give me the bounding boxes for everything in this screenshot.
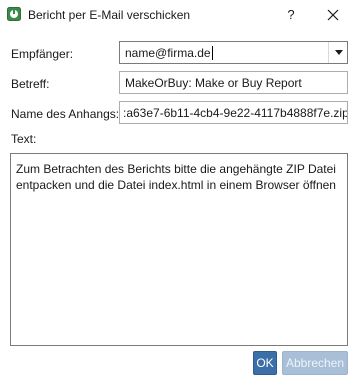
subject-label: Betreff: (11, 77, 50, 91)
recipient-label: Empfänger: (11, 47, 74, 61)
subject-field[interactable]: MakeOrBuy: Make or Buy Report (119, 71, 348, 94)
window-title: Bericht per E-Mail verschicken (28, 8, 191, 22)
recipient-combobox[interactable]: name@firma.de (119, 41, 348, 64)
attachment-name-label: Name des Anhangs: (11, 107, 120, 121)
attachment-name-value: :a63e7-6b11-4cb4-9e22-4117b4888f7e.zip (123, 106, 348, 120)
attachment-name-field[interactable]: :a63e7-6b11-4cb4-9e22-4117b4888f7e.zip (119, 101, 348, 124)
ok-button[interactable]: OK (253, 351, 277, 375)
recipient-value: name@firma.de (125, 46, 213, 60)
cancel-button[interactable]: Abbrechen (282, 351, 348, 375)
message-text-label: Text: (11, 132, 37, 146)
message-text-value: Zum Betrachten des Berichts bitte die an… (16, 162, 336, 192)
text-caret (211, 46, 213, 60)
help-button[interactable]: ? (284, 6, 298, 24)
subject-value: MakeOrBuy: Make or Buy Report (125, 76, 302, 90)
chevron-down-icon[interactable] (335, 50, 343, 55)
title-bar: Bericht per E-Mail verschicken ? (0, 0, 359, 30)
app-icon (7, 7, 21, 21)
message-text-area[interactable]: Zum Betrachten des Berichts bitte die an… (10, 153, 348, 346)
email-report-dialog: Bericht per E-Mail verschicken ? Empfäng… (0, 0, 359, 385)
combo-divider (328, 42, 329, 63)
close-icon[interactable] (323, 5, 343, 25)
